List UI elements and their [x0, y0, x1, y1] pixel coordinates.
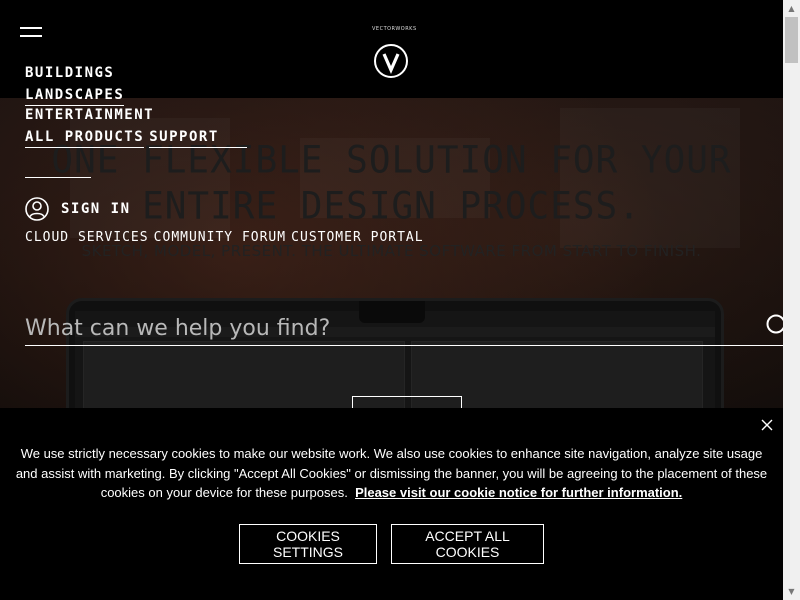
nav-divider — [25, 177, 91, 178]
main-nav: BUILDINGS LANDSCAPES ENTERTAINMENT ALL P… — [25, 64, 247, 149]
cookie-notice-link[interactable]: Please visit our cookie notice for furth… — [355, 485, 682, 500]
community-forum-link[interactable]: COMMUNITY FORUM — [154, 230, 286, 245]
v-logo-icon — [374, 44, 408, 78]
cookies-settings-button[interactable]: COOKIES SETTINGS — [239, 524, 377, 564]
hamburger-menu-icon[interactable] — [20, 24, 42, 38]
sign-in-label: SIGN IN — [61, 201, 131, 217]
nav-item-support[interactable]: SUPPORT — [149, 128, 247, 149]
scroll-up-arrow-icon[interactable]: ▲ — [783, 0, 800, 17]
page: ONE FLEXIBLE SOLUTION FOR YOUR ENTIRE DE… — [0, 0, 800, 600]
accept-all-cookies-button[interactable]: ACCEPT ALL COOKIES — [391, 524, 544, 564]
scroll-down-arrow-icon[interactable]: ▼ — [783, 583, 800, 600]
nav-item-buildings[interactable]: BUILDINGS — [25, 64, 247, 84]
brand-name: VECTORWORKS — [372, 26, 417, 32]
cookie-notice-text: We use strictly necessary cookies to mak… — [10, 444, 773, 503]
sign-in-link[interactable]: SIGN IN — [25, 197, 131, 221]
nav-item-landscapes[interactable]: LANDSCAPES — [25, 86, 125, 107]
search-input[interactable] — [25, 312, 783, 346]
user-icon — [25, 197, 49, 221]
vectorworks-logo[interactable]: VECTORWORKS — [372, 26, 417, 78]
customer-portal-link[interactable]: CUSTOMER PORTAL — [291, 230, 423, 245]
cloud-services-link[interactable]: CLOUD SERVICES — [25, 230, 149, 245]
vertical-scrollbar[interactable]: ▲ ▼ — [783, 0, 800, 600]
portal-links: CLOUD SERVICES COMMUNITY FORUM CUSTOMER … — [25, 226, 424, 245]
nav-item-all-products[interactable]: ALL PRODUCTS — [25, 128, 145, 149]
scrollbar-thumb[interactable] — [785, 17, 798, 63]
nav-item-entertainment[interactable]: ENTERTAINMENT — [25, 106, 247, 126]
close-icon[interactable] — [760, 418, 774, 432]
cookie-banner: We use strictly necessary cookies to mak… — [0, 408, 783, 600]
